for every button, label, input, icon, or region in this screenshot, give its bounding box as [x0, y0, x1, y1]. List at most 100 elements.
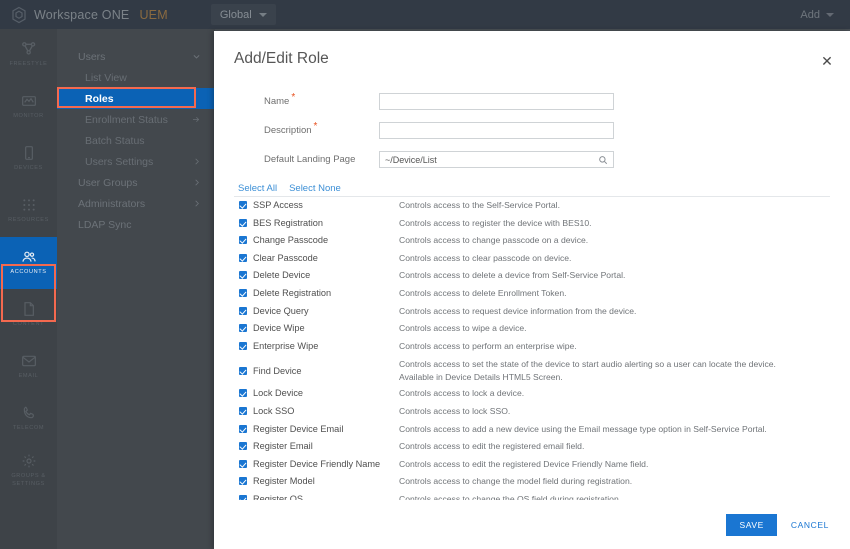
rail-item-telecom[interactable]: TELECOM [0, 393, 57, 445]
select-all-link[interactable]: Select All [238, 183, 277, 194]
rail-item-freestyle[interactable]: FREESTYLE [0, 29, 57, 81]
description-label-text: Description [264, 125, 312, 136]
permission-description: Controls access to add a new device usin… [399, 423, 767, 434]
permission-toggle[interactable]: Register Model [234, 475, 399, 488]
sidebar-item-batch-status[interactable]: Batch Status [57, 130, 215, 151]
sidebar-item-enrollment-status[interactable]: Enrollment Status [57, 109, 215, 130]
rail-item-groups-settings[interactable]: GROUPS & SETTINGS [0, 445, 57, 497]
checkbox-checked-icon[interactable] [239, 366, 247, 375]
permission-toggle[interactable]: Delete Device [234, 269, 399, 282]
permission-row: Lock Device Controls access to lock a dev… [234, 385, 830, 403]
checkbox-checked-icon[interactable] [239, 494, 247, 500]
sidebar-item-user-groups[interactable]: User Groups [57, 172, 215, 193]
monitor-icon [21, 96, 36, 107]
sidebar-item-label: Administrators [78, 197, 146, 210]
checkbox-checked-icon[interactable] [239, 459, 247, 468]
permission-description: Controls access to perform an enterprise… [399, 340, 577, 351]
sidebar-item-label: LDAP Sync [78, 218, 132, 231]
sidebar-item-ldap-sync[interactable]: LDAP Sync [57, 214, 215, 235]
select-none-link[interactable]: Select None [289, 183, 341, 194]
checkbox-checked-icon[interactable] [239, 406, 247, 415]
permission-name: Register Device Friendly Name [253, 458, 381, 469]
rail-item-email[interactable]: EMAIL [0, 341, 57, 393]
permission-description: Controls access to wipe a device. [399, 323, 527, 334]
permission-toggle[interactable]: Register Email [234, 440, 399, 453]
org-group-label: Global [219, 8, 252, 21]
checkbox-checked-icon[interactable] [239, 236, 247, 245]
permission-toggle[interactable]: BES Registration [234, 217, 399, 230]
close-icon[interactable]: ✕ [819, 53, 835, 69]
chevron-down-icon [258, 12, 267, 17]
permission-toggle[interactable]: Enterprise Wipe [234, 340, 399, 353]
sidebar-item-administrators[interactable]: Administrators [57, 193, 215, 214]
permission-toggle[interactable]: Find Device [234, 365, 399, 378]
permission-toggle[interactable]: Delete Registration [234, 287, 399, 300]
permission-row: BES Registration Controls access to regis… [234, 215, 830, 233]
landing-page-field[interactable]: ~/Device/List [379, 151, 614, 168]
permission-row: Clear Passcode Controls access to clear p… [234, 250, 830, 268]
checkbox-checked-icon[interactable] [239, 306, 247, 315]
sidebar-item-users-settings[interactable]: Users Settings [57, 151, 215, 172]
permission-toggle[interactable]: Register Device Email [234, 423, 399, 436]
rail-label: MONITOR [13, 113, 44, 120]
name-label: Name * [234, 92, 379, 107]
rail-item-resources[interactable]: RESOURCES [0, 185, 57, 237]
checkbox-checked-icon[interactable] [239, 424, 247, 433]
add-menu[interactable]: Add [800, 9, 850, 21]
permission-toggle[interactable]: Device Query [234, 305, 399, 318]
checkbox-checked-icon[interactable] [239, 288, 247, 297]
checkbox-checked-icon[interactable] [239, 324, 247, 333]
description-field[interactable] [379, 122, 614, 139]
permission-toggle[interactable]: Change Passcode [234, 234, 399, 247]
chevron-right-icon [195, 179, 199, 186]
rail-item-accounts[interactable]: ACCOUNTS [0, 237, 57, 289]
sidebar-item-label: Enrollment Status [85, 113, 168, 126]
permission-name: Register Email [253, 441, 313, 452]
checkbox-checked-icon[interactable] [239, 477, 247, 486]
permission-name: Delete Device [253, 270, 311, 281]
search-icon[interactable] [598, 155, 608, 165]
add-menu-label: Add [800, 8, 820, 21]
permission-toggle[interactable]: Device Wipe [234, 322, 399, 335]
checkbox-checked-icon[interactable] [239, 253, 247, 262]
sidebar-item-list-view[interactable]: List View [57, 67, 215, 88]
permission-toggle[interactable]: SSP Access [234, 199, 399, 212]
sidebar-item-roles[interactable]: Roles [57, 88, 215, 109]
landing-page-field-value: ~/Device/List [385, 154, 437, 165]
checkbox-checked-icon[interactable] [239, 218, 247, 227]
permission-toggle[interactable]: Lock SSO [234, 405, 399, 418]
permission-description: Controls access to delete Enrollment Tok… [399, 287, 567, 298]
rail-item-monitor[interactable]: MONITOR [0, 81, 57, 133]
landing-page-label: Default Landing Page [234, 154, 379, 165]
name-field[interactable] [379, 93, 614, 110]
permission-description: Controls access to edit the registered D… [399, 458, 649, 469]
email-icon [21, 355, 36, 367]
form-row-name: Name * [234, 87, 830, 116]
sidebar-item-users[interactable]: Users [57, 46, 215, 67]
permission-toggle[interactable]: Clear Passcode [234, 252, 399, 265]
chevron-right-icon [195, 158, 199, 165]
permission-toggle[interactable]: Register Device Friendly Name [234, 458, 399, 471]
permission-toggle[interactable]: Lock Device [234, 387, 399, 400]
sidebar-item-label: Users [78, 50, 106, 63]
permission-description: Controls access to the Self-Service Port… [399, 200, 560, 210]
checkbox-checked-icon[interactable] [239, 271, 247, 280]
permission-description: Controls access to change passcode on a … [399, 235, 589, 246]
rail-label: EMAIL [18, 373, 39, 380]
cancel-button[interactable]: CANCEL [791, 520, 829, 530]
modal-body: Name * Description * Default Landing Page … [214, 87, 850, 500]
org-group-selector[interactable]: Global [210, 4, 276, 25]
permission-description: Controls access to edit the registered e… [399, 441, 585, 452]
checkbox-checked-icon[interactable] [239, 442, 247, 451]
sidebar-item-label: Roles [85, 92, 114, 105]
accounts-icon [21, 251, 36, 262]
checkbox-checked-icon[interactable] [239, 201, 247, 209]
permission-row: Change Passcode Controls access to change… [234, 232, 830, 250]
save-button[interactable]: SAVE [726, 513, 777, 536]
rail-item-content[interactable]: CONTENT [0, 289, 57, 341]
permission-toggle[interactable]: Register OS [234, 493, 399, 500]
checkbox-checked-icon[interactable] [239, 389, 247, 398]
permission-name: Enterprise Wipe [253, 340, 319, 351]
rail-item-devices[interactable]: DEVICES [0, 133, 57, 185]
checkbox-checked-icon[interactable] [239, 341, 247, 350]
